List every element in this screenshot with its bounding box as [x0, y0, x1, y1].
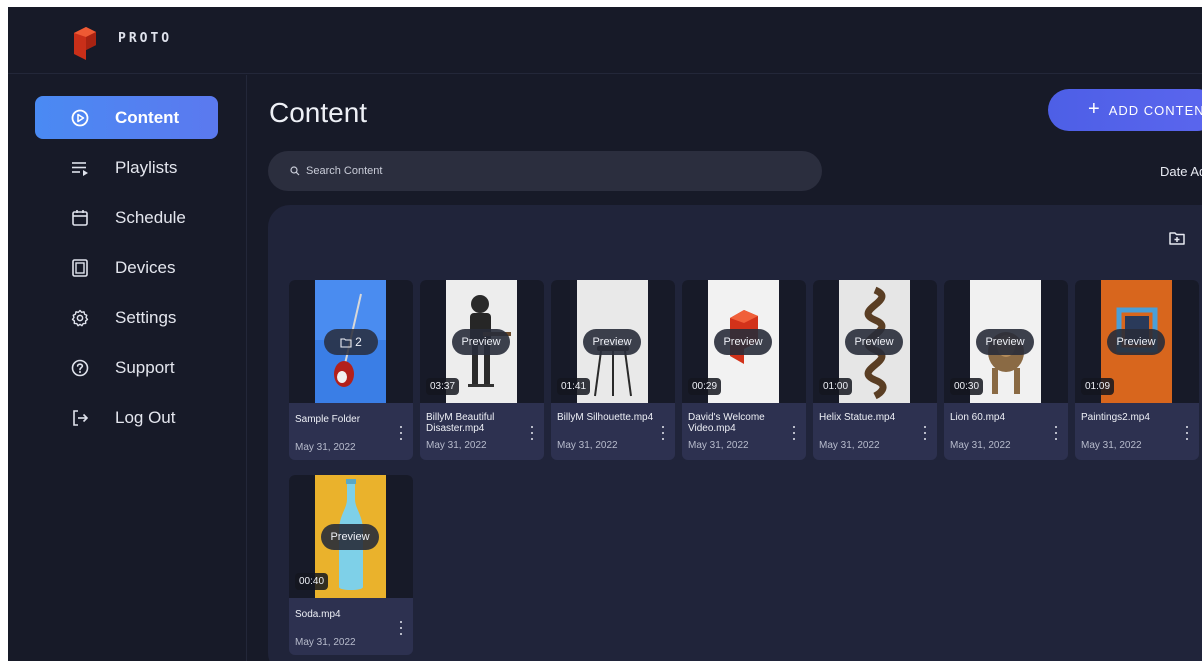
card-thumbnail: Preview 00:40: [289, 475, 413, 598]
card-date: May 31, 2022: [557, 440, 618, 451]
video-card[interactable]: Preview 01:09 Paintings2.mp4 May 31, 202…: [1075, 280, 1199, 460]
duration-badge: 01:09: [1081, 378, 1115, 395]
help-circle-icon: [69, 357, 91, 379]
video-card[interactable]: Preview 01:41 BillyM Silhouette.mp4 May …: [551, 280, 675, 460]
card-title: Sample Folder: [295, 414, 361, 425]
device-icon: [69, 257, 91, 279]
search-icon: [290, 166, 300, 176]
sidebar-item-settings[interactable]: Settings: [35, 296, 218, 339]
card-title: BillyM Beautiful Disaster.mp4: [426, 412, 495, 434]
page-title: Content: [269, 97, 368, 128]
sidebar-item-label: Playlists: [115, 157, 178, 177]
card-title: Helix Statue.mp4: [819, 412, 896, 423]
add-content-button[interactable]: + ADD CONTENT: [1048, 89, 1202, 131]
card-thumbnail: Preview 01:09: [1075, 280, 1199, 403]
card-date: May 31, 2022: [819, 440, 880, 451]
sidebar-item-label: Devices: [115, 257, 176, 277]
sidebar-item-label: Log Out: [115, 407, 176, 427]
more-options-icon[interactable]: [528, 426, 536, 440]
main-content: Content + ADD CONTENT Date Added 2: [248, 75, 1202, 661]
sidebar-item-label: Schedule: [115, 207, 186, 227]
card-title: Lion 60.mp4: [950, 412, 1006, 423]
sidebar-item-schedule[interactable]: Schedule: [35, 196, 218, 239]
plus-icon: +: [1088, 97, 1101, 120]
new-folder-icon[interactable]: [1168, 229, 1186, 247]
folder-count-badge: 2: [324, 329, 378, 355]
logout-icon: [69, 407, 91, 429]
folder-card[interactable]: 2 Sample Folder May 31, 2022: [289, 280, 413, 460]
card-date: May 31, 2022: [295, 637, 356, 648]
card-thumbnail: 2: [289, 280, 413, 403]
more-options-icon[interactable]: [790, 426, 798, 440]
preview-button[interactable]: Preview: [976, 329, 1034, 355]
content-grid: 2 Sample Folder May 31, 2022 Preview 03:…: [268, 205, 1202, 661]
playlist-icon: [69, 157, 91, 179]
sort-dropdown[interactable]: Date Added: [1160, 164, 1202, 179]
card-thumbnail: Preview 00:29: [682, 280, 806, 403]
preview-button[interactable]: Preview: [1107, 329, 1165, 355]
card-date: May 31, 2022: [688, 440, 749, 451]
proto-logo-icon: [74, 27, 96, 60]
video-card[interactable]: Preview 03:37 BillyM Beautiful Disaster.…: [420, 280, 544, 460]
card-title: Soda.mp4: [295, 609, 341, 620]
play-circle-icon: [69, 107, 91, 129]
card-date: May 31, 2022: [950, 440, 1011, 451]
sidebar-item-label: Support: [115, 357, 175, 377]
duration-badge: 00:30: [950, 378, 984, 395]
sidebar-item-label: Settings: [115, 307, 177, 327]
folder-count: 2: [355, 335, 362, 349]
card-title: David's Welcome Video.mp4: [688, 412, 765, 434]
card-thumbnail: Preview 00:30: [944, 280, 1068, 403]
duration-badge: 03:37: [426, 378, 460, 395]
add-content-label: ADD CONTENT: [1108, 102, 1202, 118]
card-date: May 31, 2022: [1081, 440, 1142, 451]
search-input[interactable]: [306, 165, 786, 177]
search-bar[interactable]: [268, 151, 822, 191]
app-window: PROTO Content Playlists Schedule Devices…: [8, 7, 1202, 661]
preview-button[interactable]: Preview: [714, 329, 772, 355]
video-card[interactable]: Preview 00:40 Soda.mp4 May 31, 2022: [289, 475, 413, 655]
sidebar-item-support[interactable]: Support: [35, 346, 218, 389]
gear-icon: [69, 307, 91, 329]
duration-badge: 00:40: [295, 573, 329, 590]
top-bar: PROTO: [8, 7, 1202, 74]
duration-badge: 01:00: [819, 378, 853, 395]
card-thumbnail: Preview 01:00: [813, 280, 937, 403]
video-card[interactable]: Preview 00:29 David's Welcome Video.mp4 …: [682, 280, 806, 460]
card-date: May 31, 2022: [426, 440, 487, 451]
video-card[interactable]: Preview 01:00 Helix Statue.mp4 May 31, 2…: [813, 280, 937, 460]
sidebar-item-devices[interactable]: Devices: [35, 246, 218, 289]
more-options-icon[interactable]: [659, 426, 667, 440]
duration-badge: 01:41: [557, 378, 591, 395]
card-date: May 31, 2022: [295, 442, 356, 453]
sidebar-item-logout[interactable]: Log Out: [35, 396, 218, 439]
sidebar-item-content[interactable]: Content: [35, 96, 218, 139]
card-title: BillyM Silhouette.mp4: [557, 412, 654, 423]
sidebar-item-playlists[interactable]: Playlists: [35, 146, 218, 189]
more-options-icon[interactable]: [397, 621, 405, 635]
preview-button[interactable]: Preview: [845, 329, 903, 355]
card-thumbnail: Preview 01:41: [551, 280, 675, 403]
calendar-icon: [69, 207, 91, 229]
more-options-icon[interactable]: [1052, 426, 1060, 440]
sidebar-item-label: Content: [115, 107, 180, 127]
preview-button[interactable]: Preview: [583, 329, 641, 355]
video-card[interactable]: Preview 00:30 Lion 60.mp4 May 31, 2022: [944, 280, 1068, 460]
duration-badge: 00:29: [688, 378, 722, 395]
preview-button[interactable]: Preview: [452, 329, 510, 355]
more-options-icon[interactable]: [921, 426, 929, 440]
card-thumbnail: Preview 03:37: [420, 280, 544, 403]
preview-button[interactable]: Preview: [321, 524, 379, 550]
card-title: Paintings2.mp4: [1081, 412, 1150, 423]
brand-name: PROTO: [118, 31, 173, 46]
more-options-icon[interactable]: [1183, 426, 1191, 440]
more-options-icon[interactable]: [397, 426, 405, 440]
folder-icon: [340, 337, 352, 348]
sidebar: Content Playlists Schedule Devices Setti…: [8, 75, 247, 661]
